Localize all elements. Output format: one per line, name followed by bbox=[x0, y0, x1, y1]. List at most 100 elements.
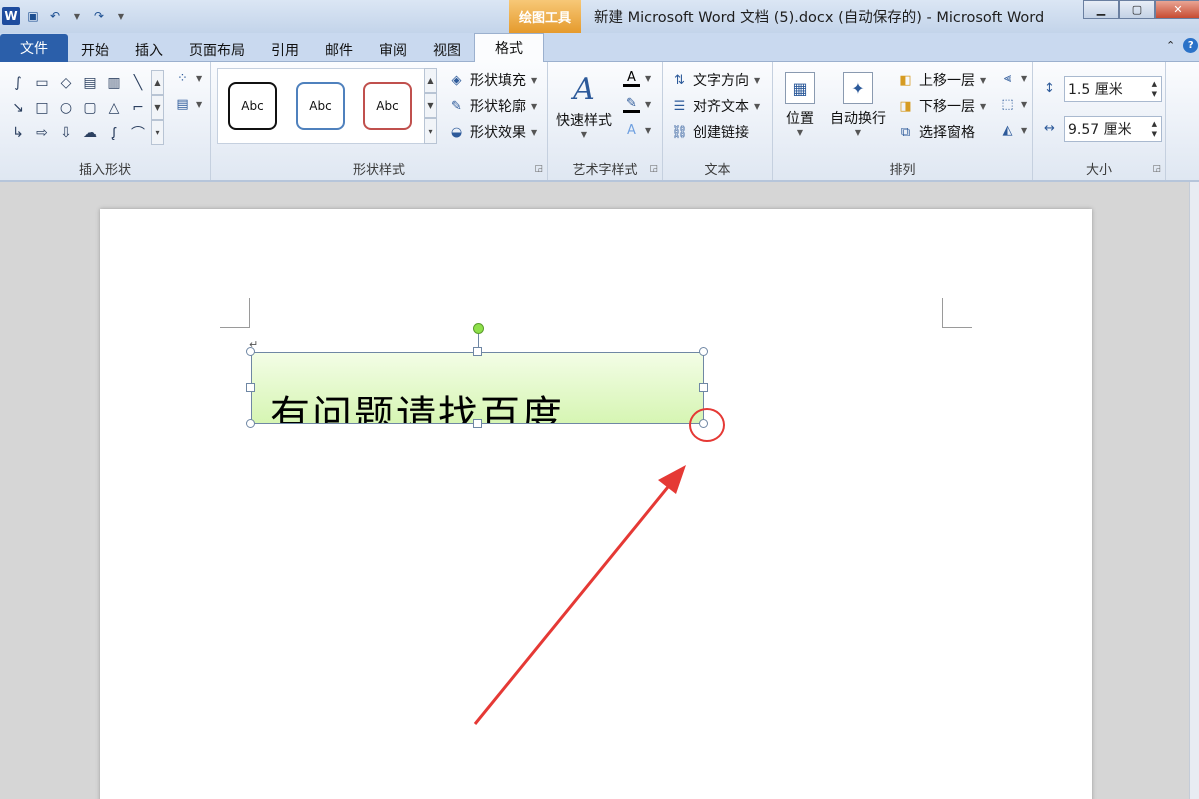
edit-shape-button[interactable]: ⁘ ▼ bbox=[174, 70, 202, 87]
draw-textbox-button[interactable]: ▤ ▼ bbox=[174, 96, 202, 113]
close-icon[interactable]: ✕ bbox=[1155, 0, 1199, 19]
rounded-square-shape-icon[interactable]: ▢ bbox=[78, 95, 102, 120]
dialog-launcher-icon[interactable]: ◲ bbox=[534, 164, 543, 174]
tab-references[interactable]: 引用 bbox=[258, 37, 312, 62]
undo-dropdown-icon[interactable]: ▼ bbox=[68, 7, 86, 25]
tab-home[interactable]: 开始 bbox=[68, 37, 122, 62]
text-direction-icon: ⇅ bbox=[674, 72, 685, 88]
text-direction-button[interactable]: ⇅ 文字方向 ▼ bbox=[671, 70, 760, 90]
diamond-shape-icon[interactable]: ◇ bbox=[54, 70, 78, 95]
align-text-button[interactable]: ☰ 对齐文本 ▼ bbox=[671, 96, 760, 116]
shapes-scroll-up-icon[interactable]: ▲ bbox=[151, 70, 164, 95]
style-black-outline[interactable]: Abc bbox=[228, 82, 277, 130]
window-controls: ▁ ▢ ✕ bbox=[1083, 0, 1199, 19]
cloud-shape-icon[interactable]: ☁ bbox=[78, 120, 102, 145]
maximize-icon[interactable]: ▢ bbox=[1119, 0, 1155, 19]
style-blue-outline[interactable]: Abc bbox=[296, 82, 345, 130]
vertical-textbox-shape-icon[interactable]: ▥ bbox=[102, 70, 126, 95]
down-arrow-shape-icon[interactable]: ⇩ bbox=[54, 120, 78, 145]
bring-forward-button[interactable]: ◧ 上移一层 ▼ bbox=[897, 70, 986, 90]
vertical-scrollbar[interactable] bbox=[1189, 182, 1199, 799]
align-button[interactable]: ⫷ ▼ bbox=[999, 70, 1027, 87]
undo-icon[interactable]: ↶ bbox=[46, 7, 64, 25]
quick-styles-button[interactable]: A 快速样式 ▼ bbox=[556, 72, 612, 139]
height-spinner-icon[interactable]: ▲ ▼ bbox=[1152, 79, 1157, 99]
send-backward-button[interactable]: ◨ 下移一层 ▼ bbox=[897, 96, 986, 116]
oval-shape-icon[interactable]: ○ bbox=[54, 95, 78, 120]
elbow-connector-shape-icon[interactable]: ⌐ bbox=[126, 95, 150, 120]
tab-format[interactable]: 格式 bbox=[474, 33, 544, 62]
minimize-ribbon-icon[interactable]: ⌃ bbox=[1166, 39, 1175, 52]
text-box-content[interactable]: 有问题请找百度 bbox=[270, 383, 564, 423]
wrap-text-label: 自动换行 bbox=[830, 111, 886, 127]
rotation-handle[interactable] bbox=[473, 323, 484, 334]
create-link-button[interactable]: ⛓ 创建链接 bbox=[671, 122, 749, 142]
quick-access-toolbar: W ▣ ↶ ▼ ↷ ▼ bbox=[0, 4, 130, 28]
styles-scroll-up-icon[interactable]: ▲ bbox=[424, 68, 437, 93]
redo-icon[interactable]: ↷ bbox=[90, 7, 108, 25]
elbow-arrow-shape-icon[interactable]: ↳ bbox=[6, 120, 30, 145]
text-fill-button[interactable]: A ▼ bbox=[623, 70, 651, 87]
tab-insert[interactable]: 插入 bbox=[122, 37, 176, 62]
rounded-rect-shape-icon[interactable]: ▭ bbox=[30, 70, 54, 95]
arc-shape-icon[interactable]: ⌒ bbox=[126, 120, 150, 145]
shape-height-input[interactable]: 1.5 厘米 ▲ ▼ bbox=[1064, 76, 1162, 102]
dialog-launcher-icon[interactable]: ◲ bbox=[649, 164, 658, 174]
word-logo-icon[interactable]: W bbox=[2, 7, 20, 25]
triangle-shape-icon[interactable]: △ bbox=[102, 95, 126, 120]
tab-file[interactable]: 文件 bbox=[0, 34, 68, 62]
dialog-launcher-icon[interactable]: ◲ bbox=[1152, 164, 1161, 174]
resize-handle-top-right[interactable] bbox=[699, 347, 708, 356]
wrap-text-button[interactable]: ✦ 自动换行 ▼ bbox=[830, 72, 886, 137]
right-arrow-shape-icon[interactable]: ⇨ bbox=[30, 120, 54, 145]
text-outline-button[interactable]: ✎ ▼ bbox=[623, 96, 651, 113]
rotate-button[interactable]: ◭ ▼ bbox=[999, 122, 1028, 139]
shape-width-input[interactable]: 9.57 厘米 ▲ ▼ bbox=[1064, 116, 1162, 142]
minimize-icon[interactable]: ▁ bbox=[1083, 0, 1119, 19]
resize-handle-top-left[interactable] bbox=[246, 347, 255, 356]
wordart-a-icon: A bbox=[573, 72, 595, 107]
shape-effects-button[interactable]: ◒ 形状效果 ▼ bbox=[448, 122, 537, 142]
freeform-shape-icon[interactable]: ᶘ bbox=[102, 120, 126, 145]
shape-outline-button[interactable]: ✎ 形状轮廓 ▼ bbox=[448, 96, 537, 116]
tab-view[interactable]: 视图 bbox=[420, 37, 474, 62]
tab-review[interactable]: 审阅 bbox=[366, 37, 420, 62]
styles-more-icon[interactable]: ▾ bbox=[424, 118, 437, 144]
help-icon[interactable]: ? bbox=[1183, 38, 1199, 53]
text-effects-button[interactable]: A ▼ bbox=[623, 122, 651, 139]
send-backward-label: 下移一层 bbox=[919, 99, 975, 115]
resize-handle-left[interactable] bbox=[246, 383, 255, 392]
curve-shape-icon[interactable]: ∫ bbox=[6, 70, 30, 95]
shape-fill-button[interactable]: ◈ 形状填充 ▼ bbox=[448, 70, 538, 90]
width-spinner-icon[interactable]: ▲ ▼ bbox=[1152, 119, 1157, 139]
shapes-more-icon[interactable]: ▾ bbox=[151, 120, 164, 145]
shape-height-value: 1.5 厘米 bbox=[1068, 82, 1123, 98]
shape-width-value: 9.57 厘米 bbox=[1068, 122, 1132, 138]
group-objects-button[interactable]: ⬚ ▼ bbox=[999, 96, 1027, 113]
arrow-line-shape-icon[interactable]: ↘ bbox=[6, 95, 30, 120]
group-title: 形状样式 bbox=[352, 163, 405, 178]
position-button[interactable]: ▦ 位置 ▼ bbox=[785, 72, 815, 137]
resize-handle-right[interactable] bbox=[699, 383, 708, 392]
resize-handle-top[interactable] bbox=[473, 347, 482, 356]
resize-handle-bottom[interactable] bbox=[473, 419, 482, 428]
shape-outline-label: 形状轮廓 bbox=[470, 99, 526, 115]
group-wordart-styles: A 快速样式 ▼ A ▼ ✎ ▼ A ▼ 艺术字样式 ◲ bbox=[548, 62, 663, 180]
selection-pane-button[interactable]: ⧉ 选择窗格 bbox=[897, 122, 975, 142]
bring-forward-label: 上移一层 bbox=[919, 73, 975, 89]
text-fill-icon: A bbox=[623, 70, 640, 87]
textbox-shape-icon[interactable]: ▤ bbox=[78, 70, 102, 95]
paint-bucket-icon: ◈ bbox=[451, 72, 462, 88]
shape-effects-label: 形状效果 bbox=[470, 125, 526, 141]
save-icon[interactable]: ▣ bbox=[24, 7, 42, 25]
shapes-scroll-down-icon[interactable]: ▼ bbox=[151, 95, 164, 120]
text-box[interactable]: 有问题请找百度 bbox=[251, 352, 704, 424]
tab-mailings[interactable]: 邮件 bbox=[312, 37, 366, 62]
styles-scroll-down-icon[interactable]: ▼ bbox=[424, 93, 437, 118]
line-shape-icon[interactable]: ╲ bbox=[126, 70, 150, 95]
resize-handle-bottom-left[interactable] bbox=[246, 419, 255, 428]
customize-toolbar-icon[interactable]: ▼ bbox=[112, 7, 130, 25]
tab-page-layout[interactable]: 页面布局 bbox=[176, 37, 258, 62]
rectangle-shape-icon[interactable]: □ bbox=[30, 95, 54, 120]
style-red-outline[interactable]: Abc bbox=[363, 82, 412, 130]
